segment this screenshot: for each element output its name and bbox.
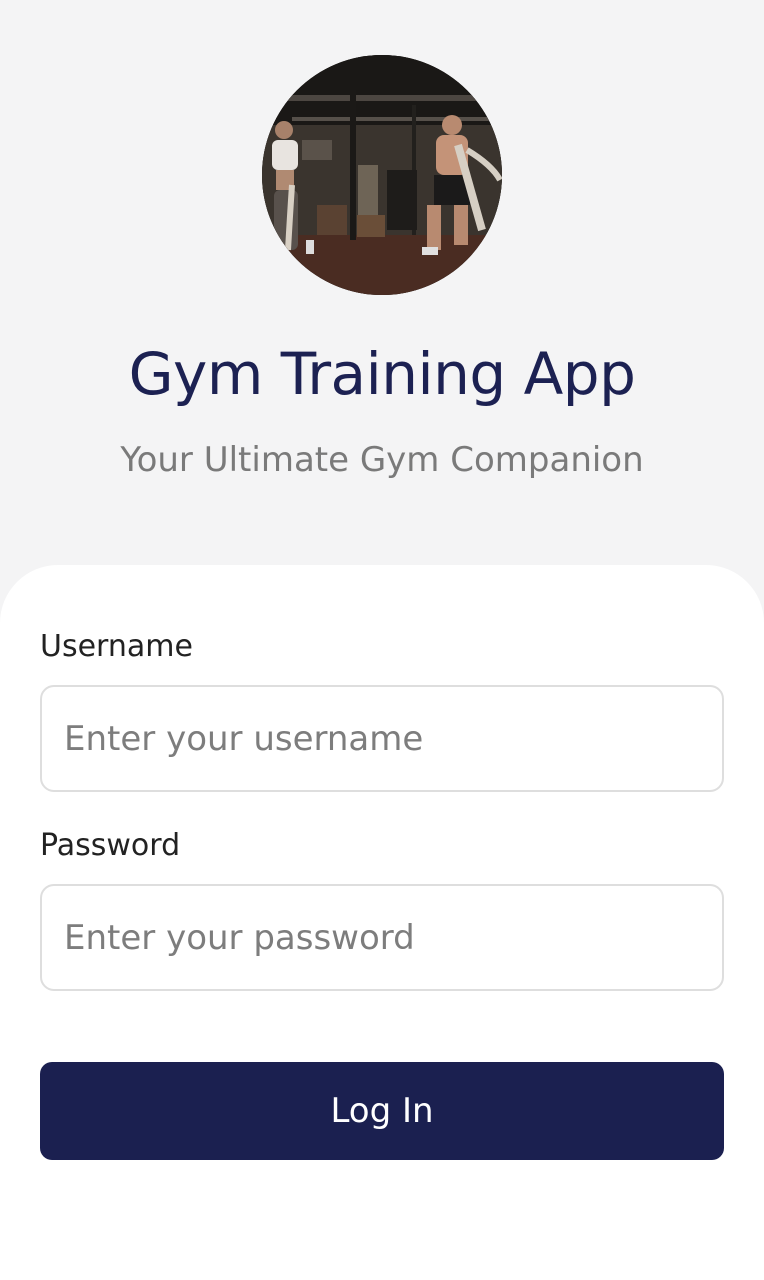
login-card: Username Password Log In xyxy=(0,565,764,1280)
password-label: Password xyxy=(40,828,181,863)
username-label: Username xyxy=(40,629,193,664)
password-input[interactable] xyxy=(40,884,724,991)
app-title: Gym Training App xyxy=(128,340,636,408)
login-button[interactable]: Log In xyxy=(40,1062,724,1160)
app-subtitle: Your Ultimate Gym Companion xyxy=(120,440,644,480)
login-screen: Gym Training App Your Ultimate Gym Compa… xyxy=(0,0,764,1280)
gym-photo-avatar xyxy=(262,55,502,295)
username-input[interactable] xyxy=(40,685,724,792)
gym-photo-image xyxy=(262,55,502,295)
hero-section: Gym Training App Your Ultimate Gym Compa… xyxy=(0,0,764,600)
